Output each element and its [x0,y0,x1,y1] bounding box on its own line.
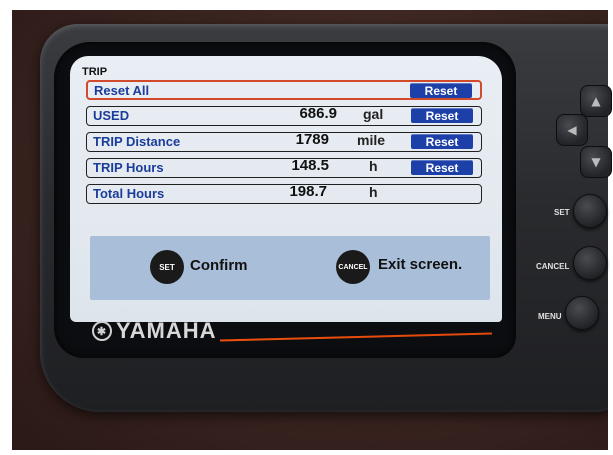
row-label: USED [93,108,130,123]
confirm-label: Confirm [190,257,248,274]
lcd-screen: TRIP Reset All Reset USED 686.9 gal Rese… [70,56,502,322]
brand-name: YAMAHA [116,318,217,343]
yamaha-logo: ✱ YAMAHA [92,318,217,344]
row-label: Total Hours [93,186,165,201]
used-value: 686.9 [299,105,337,122]
row-label: Reset All [94,83,150,98]
row-trip-distance[interactable]: TRIP Distance 1789 mile Reset [86,131,482,152]
menu-hw-label: MENU [538,312,562,321]
total-hours-value: 198.7 [289,183,327,200]
menu-hardware-button[interactable] [565,296,599,330]
row-label: TRIP Hours [93,160,164,175]
row-used[interactable]: USED 686.9 gal Reset [86,105,482,126]
trip-distance-value: 1789 [295,131,329,148]
reset-all-button[interactable]: Reset [410,83,472,98]
row-trip-hours[interactable]: TRIP Hours 148.5 h Reset [86,157,482,178]
row-label: TRIP Distance [93,134,181,149]
used-unit: gal [363,106,384,122]
cancel-hardware-button[interactable] [573,246,607,280]
set-key-icon: SET [150,250,184,284]
left-arrow-button[interactable]: ◀ [556,114,588,146]
reset-trip-distance-button[interactable]: Reset [411,134,473,149]
cancel-hw-label: CANCEL [536,262,570,271]
trip-hours-unit: h [369,158,378,174]
action-bar: SET Confirm CANCEL Exit screen. [90,236,490,300]
up-arrow-button[interactable]: ▲ [580,85,612,117]
row-reset-all[interactable]: Reset All Reset [86,80,482,100]
tuning-fork-icon: ✱ [92,321,112,341]
set-hardware-button[interactable] [573,194,607,228]
reset-used-button[interactable]: Reset [411,108,473,123]
trip-distance-unit: mile [357,132,386,148]
exit-screen-label: Exit screen. [378,256,463,273]
trip-hours-value: 148.5 [291,157,329,174]
total-hours-unit: h [369,184,378,200]
down-arrow-button[interactable]: ▼ [580,146,612,178]
cancel-key-icon: CANCEL [336,250,370,284]
screen-title: TRIP [82,66,108,78]
set-hw-label: SET [554,208,570,217]
reset-trip-hours-button[interactable]: Reset [411,160,473,175]
row-total-hours: Total Hours 198.7 h [86,183,482,204]
